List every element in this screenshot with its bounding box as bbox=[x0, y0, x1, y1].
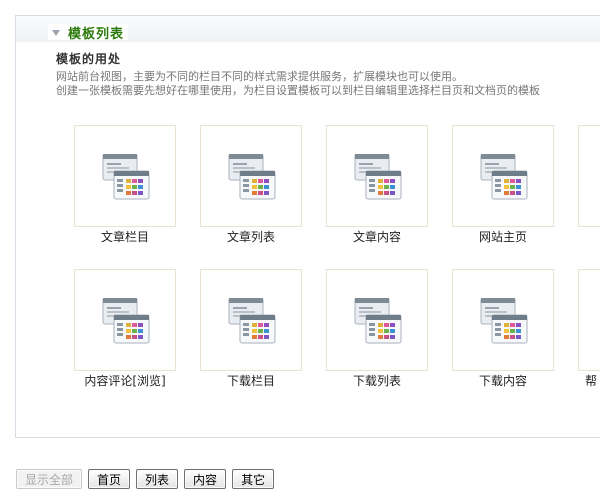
template-label[interactable]: 内容评论[浏览] bbox=[60, 372, 190, 389]
template-icon bbox=[354, 298, 402, 344]
template-label[interactable]: 下载栏目 bbox=[186, 372, 316, 389]
template-tile-article-category[interactable] bbox=[74, 125, 176, 227]
template-label[interactable]: 文章内容 bbox=[312, 228, 442, 245]
template-icon bbox=[228, 154, 276, 200]
template-tile-homepage[interactable] bbox=[452, 125, 554, 227]
show-all-button[interactable]: 显示全部 bbox=[16, 469, 83, 489]
panel-legend[interactable]: 模板列表 bbox=[48, 24, 129, 42]
intro-heading: 模板的用处 bbox=[56, 52, 122, 66]
template-tile-download-content[interactable] bbox=[452, 269, 554, 371]
template-icon bbox=[102, 154, 150, 200]
template-icon bbox=[480, 154, 528, 200]
template-tile-partial[interactable] bbox=[578, 125, 600, 227]
template-label[interactable]: 网站主页 bbox=[438, 228, 568, 245]
template-tile-download-category[interactable] bbox=[200, 269, 302, 371]
filter-bar: 显示全部 首页 列表 内容 其它 bbox=[16, 469, 275, 489]
template-icon bbox=[228, 298, 276, 344]
template-icon bbox=[102, 298, 150, 344]
template-tile-partial[interactable] bbox=[578, 269, 600, 371]
template-label[interactable]: 文章列表 bbox=[186, 228, 316, 245]
template-icon bbox=[354, 154, 402, 200]
filter-list-button[interactable]: 列表 bbox=[136, 469, 179, 489]
template-label[interactable]: 文章栏目 bbox=[60, 228, 190, 245]
intro-line: 网站前台视图，主要为不同的栏目不同的样式需求提供服务，扩展模块也可以使用。 bbox=[56, 70, 463, 83]
filter-home-button[interactable]: 首页 bbox=[88, 469, 131, 489]
template-tile-article-list[interactable] bbox=[200, 125, 302, 227]
collapse-triangle-icon[interactable] bbox=[52, 29, 60, 36]
filter-content-button[interactable]: 内容 bbox=[184, 469, 227, 489]
template-tile-download-list[interactable] bbox=[326, 269, 428, 371]
filter-other-button[interactable]: 其它 bbox=[232, 469, 275, 489]
template-tile-content-comment[interactable] bbox=[74, 269, 176, 371]
template-icon bbox=[480, 298, 528, 344]
panel-title: 模板列表 bbox=[68, 26, 125, 42]
intro-section: 模板的用处 网站前台视图，主要为不同的栏目不同的样式需求提供服务，扩展模块也可以… bbox=[56, 50, 600, 98]
intro-line: 创建一张模板需要先想好在哪里使用，为栏目设置模板可以到栏目编辑里选择栏目页和文档… bbox=[56, 84, 540, 97]
template-label[interactable]: 帮 bbox=[526, 372, 600, 389]
template-tile-article-content[interactable] bbox=[326, 125, 428, 227]
template-label[interactable]: 下载列表 bbox=[312, 372, 442, 389]
